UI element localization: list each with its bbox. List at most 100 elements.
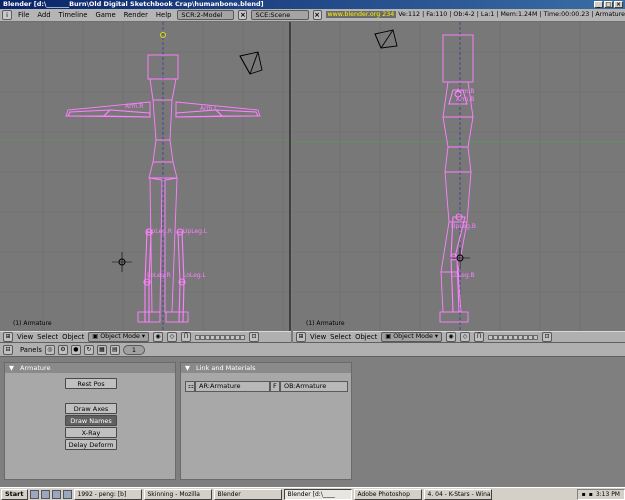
taskbar-item[interactable]: Adobe Photoshop [353, 488, 422, 500]
menu-help[interactable]: Help [154, 9, 174, 21]
window-type-icon[interactable]: ⊞ [296, 332, 306, 342]
link-materials-panel-header[interactable]: ▼ Link and Materials [181, 363, 351, 373]
main-menubar: i File Add Timeline Game Render Help SCR… [0, 9, 625, 22]
tray-icon[interactable]: ▪ [589, 490, 593, 499]
minimize-button[interactable]: _ [594, 1, 603, 8]
scene-stats: Ve:112 | Fa:110 | Ob:4-2 | La:1 | Mem:1.… [398, 11, 625, 18]
lamp-icon [450, 248, 470, 268]
lock-icon[interactable]: ⊡ [249, 332, 260, 342]
chevron-down-icon: ▾ [141, 333, 146, 340]
taskbar-item[interactable]: 4. 04 - K-Stars - Winamp [423, 488, 492, 500]
armature-panel-header[interactable]: ▼ Armature [5, 363, 175, 373]
window-type-icon[interactable]: ⊟ [3, 344, 13, 355]
collapse-triangle-icon[interactable]: ▼ [9, 363, 14, 373]
layer-buttons[interactable] [195, 334, 246, 340]
tray-clock[interactable]: 3:13 PM [596, 490, 620, 499]
taskbar-item[interactable]: 1992 - peng: [b] [73, 488, 142, 500]
bone-label: Arm.B [456, 88, 475, 95]
rest-pos-button[interactable]: Rest Pos [65, 378, 117, 389]
close-button[interactable]: × [614, 1, 623, 8]
bone-label: UpLeg.B [451, 223, 476, 230]
front-viewport-canvas [0, 22, 289, 331]
windows-taskbar: Start 1992 - peng: [b] Skinning - Mozill… [0, 487, 625, 500]
camera-icon [374, 29, 398, 49]
side-viewport-canvas [293, 22, 625, 331]
info-icon[interactable]: i [2, 10, 12, 20]
window-type-icon[interactable]: ⊞ [3, 332, 13, 342]
cube-icon: ▣ [385, 333, 392, 340]
script-icon[interactable]: ⚙ [57, 344, 68, 355]
menu-file[interactable]: File [16, 9, 31, 21]
armature-name-field[interactable]: AR:Armature [195, 381, 270, 392]
widget-icon[interactable]: Ⴖ [474, 332, 485, 342]
taskbar-item-active[interactable]: Blender [d:\____ [283, 488, 352, 500]
widget-icon[interactable]: Ⴖ [181, 332, 192, 342]
menu-game[interactable]: Game [93, 9, 117, 21]
delay-deform-button[interactable]: Delay Deform [65, 439, 117, 450]
bone-label: LoLeg.R [147, 272, 171, 279]
bone-label: UpLeg.R [147, 228, 173, 235]
armature-panel: ▼ Armature Rest Pos Draw Axes Draw Names… [4, 362, 176, 480]
mode-selector[interactable]: ▣ Object Mode ▾ [88, 332, 150, 342]
menu-timeline[interactable]: Timeline [57, 9, 90, 21]
screen-selector[interactable]: SCR:2-Model [177, 10, 235, 20]
menu-object[interactable]: Object [355, 333, 377, 341]
browse-armature-icon[interactable]: ⚏ [185, 381, 195, 392]
bone-label: LoLeg.B [451, 272, 475, 279]
quicklaunch-icon[interactable] [51, 489, 61, 499]
tray-icon[interactable]: ▪ [582, 490, 586, 499]
stats-line: www.blender.org 234 Ve:112 | Fa:110 | Ob… [325, 9, 625, 21]
fake-user-button[interactable]: F [270, 381, 280, 392]
page-number-field[interactable]: 1 [122, 344, 146, 355]
scene-context-icon[interactable]: ▤ [109, 344, 120, 355]
editing-context-icon[interactable]: ▦ [96, 344, 107, 355]
object-context-icon[interactable]: ↻ [83, 344, 94, 355]
bone-label: Arm.R [125, 103, 144, 110]
menu-select[interactable]: Select [37, 333, 58, 341]
3d-viewport-front[interactable]: Arm.R Arm.L UpLeg.R UpLeg.L LoLeg.R LoLe… [0, 22, 291, 331]
start-button[interactable]: Start [1, 488, 28, 500]
pivot-icon[interactable]: ◇ [460, 332, 471, 342]
logic-icon[interactable]: ◎ [44, 344, 55, 355]
link-materials-panel: ▼ Link and Materials ⚏ AR:Armature F OB:… [180, 362, 352, 480]
panels-menu[interactable]: Panels [20, 346, 42, 354]
lock-icon[interactable]: ⊡ [542, 332, 553, 342]
draw-names-button[interactable]: Draw Names [65, 415, 117, 426]
screen-delete-button[interactable]: × [238, 10, 248, 20]
draw-axes-button[interactable]: Draw Axes [65, 403, 117, 414]
collapse-triangle-icon[interactable]: ▼ [185, 363, 190, 373]
menu-select[interactable]: Select [330, 333, 351, 341]
cube-icon: ▣ [92, 333, 99, 340]
maximize-button[interactable]: □ [604, 1, 613, 8]
object-name-field[interactable]: OB:Armature [280, 381, 348, 392]
mode-selector[interactable]: ▣ Object Mode ▾ [381, 332, 443, 342]
chevron-down-icon: ▾ [434, 333, 439, 340]
scene-delete-button[interactable]: × [312, 10, 322, 20]
menu-render[interactable]: Render [122, 9, 150, 21]
taskbar-item[interactable]: Blender [213, 488, 282, 500]
scene-selector[interactable]: SCE:Scene [251, 10, 309, 20]
viewport-header-front: ⊞ View Select Object ▣ Object Mode ▾ ◉ ◇… [0, 331, 291, 343]
shading-context-icon[interactable]: ● [70, 344, 81, 355]
menu-view[interactable]: View [310, 333, 326, 341]
layer-buttons[interactable] [488, 334, 539, 340]
window-titlebar[interactable]: Blender [d:\_______Burn\Old Digital Sket… [0, 0, 625, 9]
quicklaunch-icon[interactable] [29, 489, 39, 499]
quicklaunch-icon[interactable] [40, 489, 50, 499]
xray-button[interactable]: X-Ray [65, 427, 117, 438]
quicklaunch-icon[interactable] [62, 489, 72, 499]
menu-object[interactable]: Object [62, 333, 84, 341]
bone-label: UpLeg.L [183, 228, 208, 235]
shading-icon[interactable]: ◉ [446, 332, 457, 342]
shading-icon[interactable]: ◉ [153, 332, 164, 342]
menu-add[interactable]: Add [35, 9, 52, 21]
taskbar-item[interactable]: Skinning - Mozilla [143, 488, 212, 500]
3d-viewport-side[interactable]: Arm.B Arm.B UpLeg.B LoLeg.B (1) Armature [293, 22, 625, 331]
bone-label: Arm.B [456, 96, 475, 103]
window-title: Blender [d:\_______Burn\Old Digital Sket… [3, 0, 264, 8]
lamp-icon [112, 252, 132, 272]
pivot-icon[interactable]: ◇ [167, 332, 178, 342]
viewport-object-label: (1) Armature [13, 320, 52, 327]
blender-url[interactable]: www.blender.org 234 [325, 11, 397, 18]
menu-view[interactable]: View [17, 333, 33, 341]
